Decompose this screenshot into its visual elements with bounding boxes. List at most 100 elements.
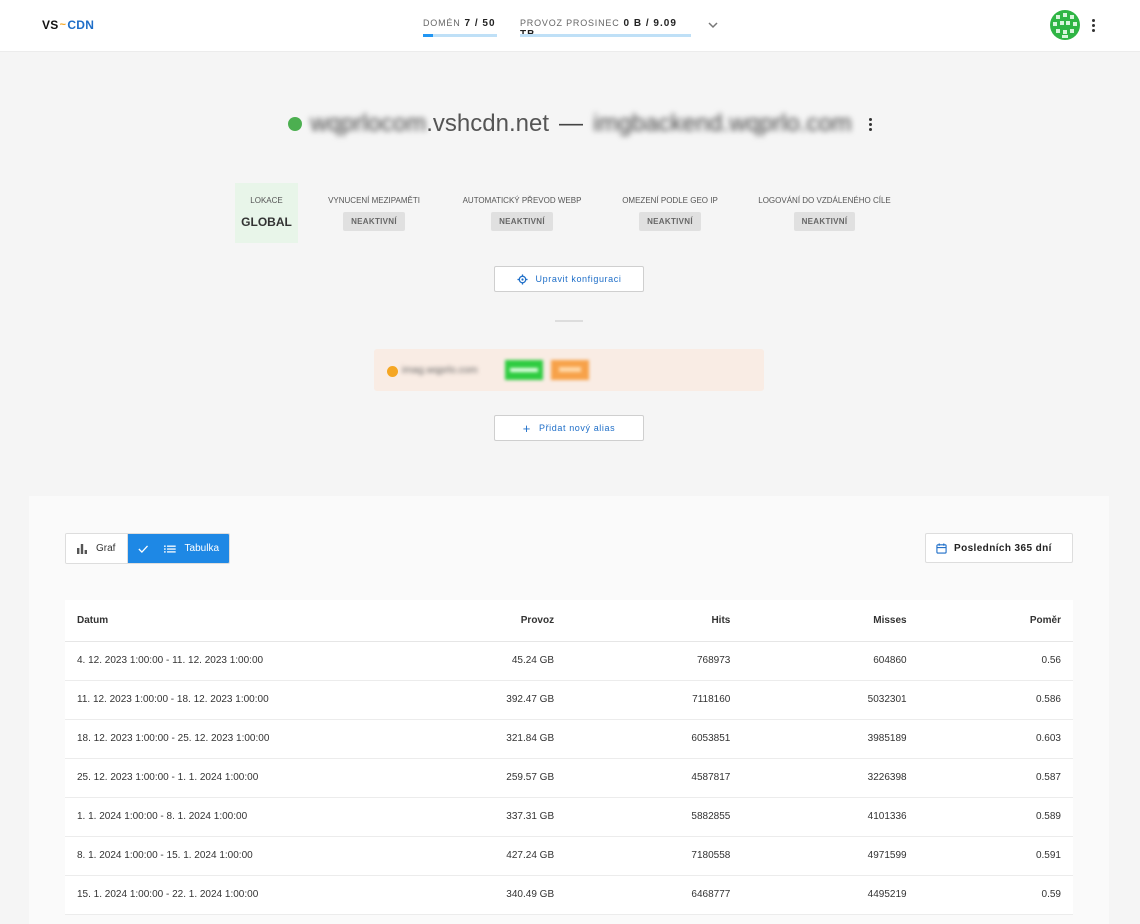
domains-label: DOMÉN: [423, 18, 461, 28]
cell-hits: 5882855: [566, 797, 743, 837]
logo-vs: VS: [42, 18, 59, 32]
add-alias-button[interactable]: + Přidat nový alias: [494, 415, 644, 441]
feature-location: LOKACE GLOBAL: [235, 183, 298, 243]
alias-status-dot: [387, 366, 398, 377]
table-row: 8. 1. 2024 1:00:00 - 15. 1. 2024 1:00:00…: [65, 836, 1073, 876]
cell-traffic: 259.57 GB: [365, 758, 567, 798]
table-row: 18. 12. 2023 1:00:00 - 25. 12. 2023 1:00…: [65, 719, 1073, 759]
table-row: 4. 12. 2023 1:00:00 - 11. 12. 2023 1:00:…: [65, 641, 1073, 681]
cell-ratio: 0.587: [918, 758, 1073, 798]
cell-traffic: 45.24 GB: [365, 641, 567, 681]
cell-misses: 5032301: [742, 680, 919, 720]
view-toggle: Graf Tabulka: [65, 533, 230, 564]
cell-misses: 3985189: [742, 719, 919, 759]
domain-name-suffix: .vshcdn.net: [426, 110, 549, 137]
cell-hits: 6053851: [566, 719, 743, 759]
logo-cdn: CDN: [67, 18, 95, 32]
table-row: 1. 1. 2024 1:00:00 - 8. 1. 2024 1:00:00 3…: [65, 797, 1073, 837]
feature-cache-forcing: VYNUCENÍ MEZIPAMĚTI NEAKTIVNÍ: [298, 183, 450, 243]
traffic-label: PROVOZ PROSINEC: [520, 18, 620, 28]
cell-date: 8. 1. 2024 1:00:00 - 15. 1. 2024 1:00:00: [65, 836, 365, 876]
vs-cdn-logo[interactable]: VS ~ CDN: [42, 18, 94, 32]
cell-misses: 4971599: [742, 836, 919, 876]
table-header-row: Datum Provoz Hits Misses Poměr: [65, 600, 1073, 642]
user-menu-icon[interactable]: [1085, 17, 1101, 33]
chevron-down-icon[interactable]: [706, 18, 720, 32]
feature-webp-conversion: AUTOMATICKÝ PŘEVOD WEBP NEAKTIVNÍ: [450, 183, 594, 243]
top-bar: VS ~ CDN DOMÉN 7 / 50 PROVOZ PROSINEC 0 B …: [0, 0, 1140, 52]
cell-traffic: 392.47 GB: [365, 680, 567, 720]
column-header-misses[interactable]: Misses: [742, 600, 919, 642]
user-avatar[interactable]: [1050, 10, 1080, 40]
check-icon: [138, 545, 149, 553]
cell-traffic: 340.49 GB: [365, 875, 567, 915]
cell-hits: 6468777: [566, 875, 743, 915]
cell-traffic: 321.84 GB: [365, 719, 567, 759]
feature-status-row: LOKACE GLOBAL VYNUCENÍ MEZIPAMĚTI NEAKTI…: [235, 183, 903, 243]
bar-chart-icon: [77, 544, 87, 554]
feature-label: LOGOVÁNÍ DO VZDÁLENÉHO CÍLE: [758, 196, 891, 205]
cell-misses: 604860: [742, 641, 919, 681]
status-badge: NEAKTIVNÍ: [491, 212, 553, 231]
status-dot: [288, 117, 303, 131]
edit-config-button[interactable]: Upravit konfiguraci: [494, 266, 644, 292]
alias-chip-orange: [551, 360, 589, 380]
cell-date: 18. 12. 2023 1:00:00 - 25. 12. 2023 1:00…: [65, 719, 365, 759]
feature-value: GLOBAL: [241, 215, 292, 229]
cell-misses: 4495219: [742, 875, 919, 915]
period-selector[interactable]: Posledních 365 dní: [925, 533, 1073, 563]
domain-menu-icon[interactable]: [862, 116, 878, 132]
domain-name-blurred: wqprlocom: [310, 110, 427, 137]
cell-misses: 4101336: [742, 797, 919, 837]
traffic-progress-bar: [520, 34, 691, 37]
domains-progress-bar: [423, 34, 497, 37]
edit-config-label: Upravit konfiguraci: [535, 274, 622, 284]
status-badge: NEAKTIVNÍ: [639, 212, 701, 231]
gear-icon: [516, 273, 528, 285]
feature-label: LOKACE: [250, 196, 283, 205]
cell-traffic: 337.31 GB: [365, 797, 567, 837]
title-separator: —: [559, 110, 583, 137]
cell-ratio: 0.56: [918, 641, 1073, 681]
cell-hits: 4587817: [566, 758, 743, 798]
alias-name-blurred: imag.wqprlo.com: [402, 365, 478, 376]
cell-date: 11. 12. 2023 1:00:00 - 18. 12. 2023 1:00…: [65, 680, 365, 720]
status-badge: NEAKTIVNÍ: [793, 212, 856, 231]
column-header-hits[interactable]: Hits: [566, 600, 743, 642]
graph-view-button[interactable]: Graf: [66, 534, 128, 563]
cell-ratio: 0.59: [918, 875, 1073, 915]
table-view-button[interactable]: Tabulka: [128, 534, 229, 563]
cell-ratio: 0.589: [918, 797, 1073, 837]
add-alias-label: Přidat nový alias: [538, 423, 616, 433]
column-header-ratio[interactable]: Poměr: [918, 600, 1073, 642]
period-label: Posledních 365 dní: [954, 542, 1052, 554]
cell-date: 25. 12. 2023 1:00:00 - 1. 1. 2024 1:00:0…: [65, 758, 365, 798]
cell-misses: 3226398: [742, 758, 919, 798]
alias-chip-green: [505, 360, 543, 380]
status-badge: NEAKTIVNÍ: [343, 212, 405, 231]
traffic-table: Datum Provoz Hits Misses Poměr 4. 12. 20…: [65, 600, 1073, 915]
cell-date: 1. 1. 2024 1:00:00 - 8. 1. 2024 1:00:00: [65, 797, 365, 837]
logo-tilde: ~: [59, 19, 67, 31]
divider: [555, 320, 583, 322]
cell-hits: 7180558: [566, 836, 743, 876]
domains-value: 7 / 50: [464, 18, 496, 29]
column-header-date[interactable]: Datum: [65, 600, 365, 642]
domains-usage: DOMÉN 7 / 50: [423, 18, 497, 37]
traffic-usage: PROVOZ PROSINEC0 B / 9.09 TB: [520, 18, 691, 40]
table-row: 15. 1. 2024 1:00:00 - 22. 1. 2024 1:00:0…: [65, 875, 1073, 915]
feature-geo-ip: OMEZENÍ PODLE GEO IP NEAKTIVNÍ: [594, 183, 746, 243]
feature-label: OMEZENÍ PODLE GEO IP: [622, 196, 718, 205]
alias-item: imag.wqprlo.com: [374, 349, 764, 391]
cell-hits: 768973: [566, 641, 743, 681]
list-icon: [164, 545, 177, 553]
feature-label: VYNUCENÍ MEZIPAMĚTI: [328, 196, 420, 205]
cell-ratio: 0.591: [918, 836, 1073, 876]
cell-ratio: 0.603: [918, 719, 1073, 759]
column-header-traffic[interactable]: Provoz: [365, 600, 567, 642]
cell-date: 4. 12. 2023 1:00:00 - 11. 12. 2023 1:00:…: [65, 641, 365, 681]
table-row: 11. 12. 2023 1:00:00 - 18. 12. 2023 1:00…: [65, 680, 1073, 720]
cell-ratio: 0.586: [918, 680, 1073, 720]
cell-hits: 7118160: [566, 680, 743, 720]
cell-traffic: 427.24 GB: [365, 836, 567, 876]
